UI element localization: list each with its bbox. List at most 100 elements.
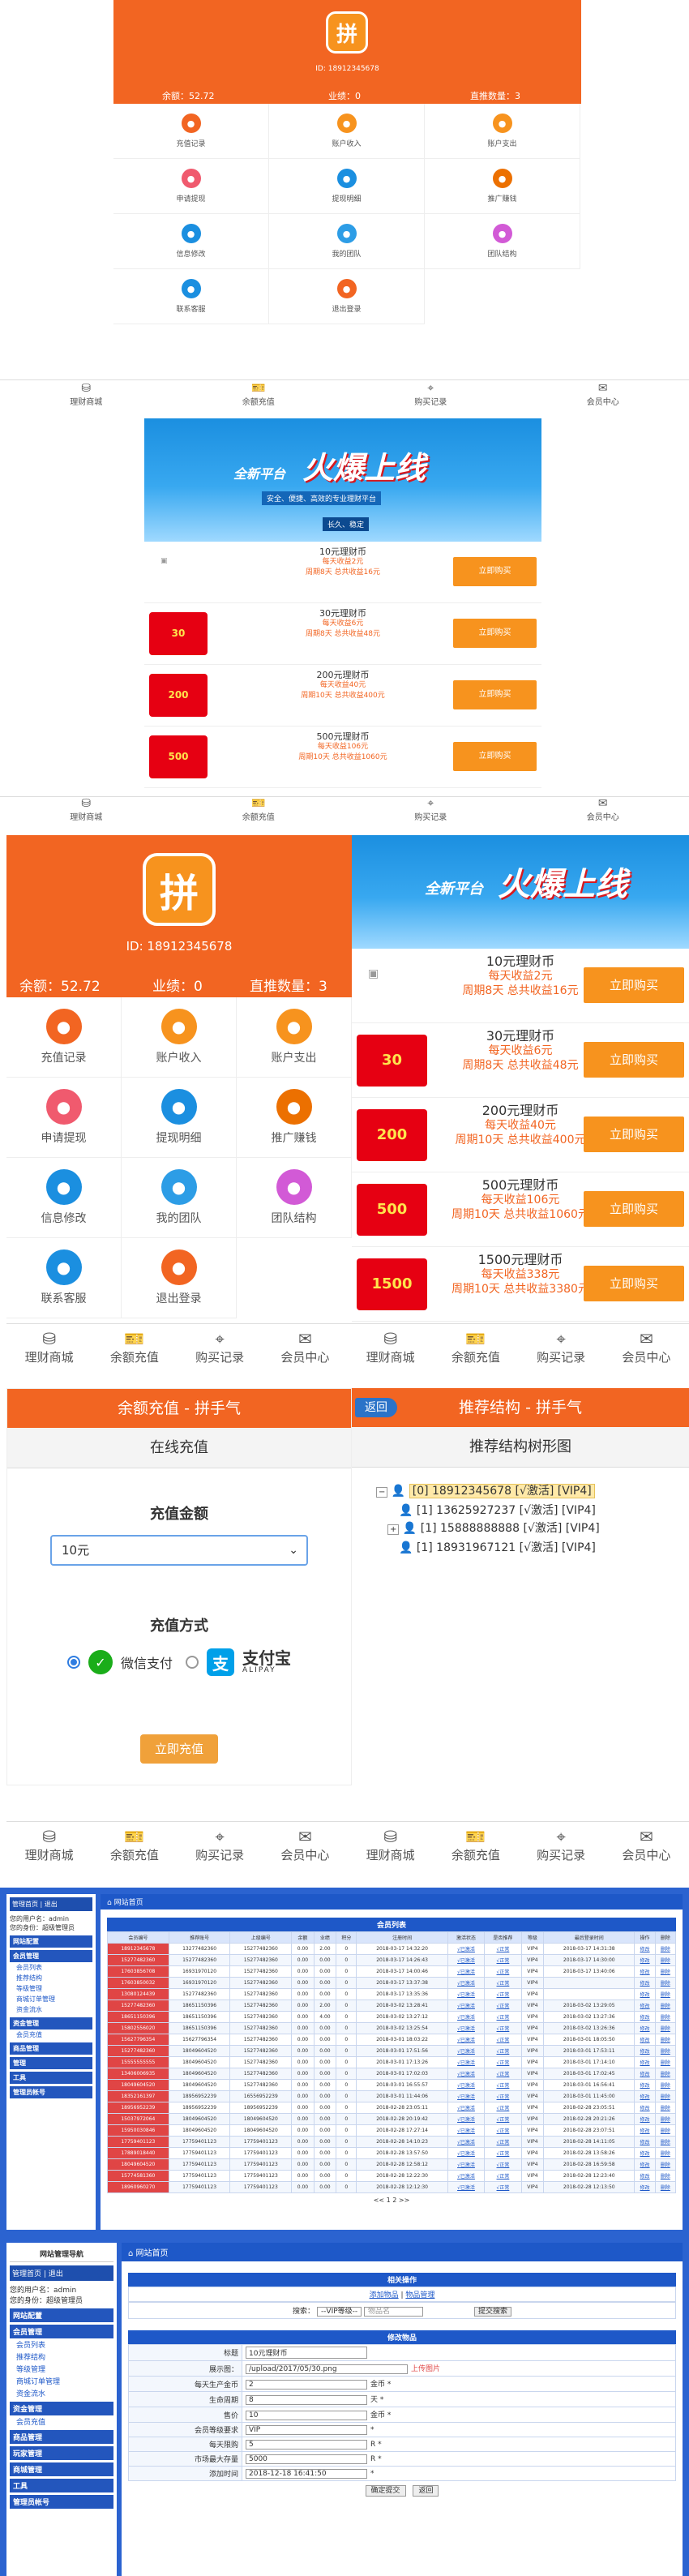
sidebar-item[interactable]: 推荐结构 [10,2351,113,2363]
sidebar-item[interactable]: 等级管理 [10,1983,92,1994]
table-cell[interactable]: √正常 [484,2068,522,2080]
sidebar-item[interactable]: 商城管理 [10,2462,113,2476]
table-cell[interactable]: √正常 [484,2113,522,2125]
table-cell[interactable]: 修改 [634,1977,656,1989]
sidebar-item[interactable]: 推荐结构 [10,1973,92,1983]
table-cell[interactable]: 15037972064 [107,2113,169,2125]
table-cell[interactable]: 删除 [654,2124,677,2137]
buy-button[interactable]: 立即购买 [584,1042,684,1078]
table-cell[interactable]: 修改 [634,2158,656,2171]
table-cell[interactable]: 删除 [654,2181,677,2193]
sidebar-item[interactable]: 等级管理 [10,2363,113,2375]
tree-node[interactable]: 👤 [1] 13625927237 [√激活] [VIP4] [376,1502,689,1519]
table-cell[interactable]: 删除 [654,2147,677,2159]
table-cell[interactable]: 删除 [654,2022,677,2034]
tree-node[interactable]: + 👤 [1] 15888888888 [√激活] [VIP4] [376,1519,689,1539]
table-cell[interactable]: √已激活 [447,2090,486,2102]
nav-member[interactable]: ✉ 会员中心 [517,797,689,832]
table-cell[interactable]: √正常 [484,2000,522,2012]
table-cell[interactable]: 删除 [654,2068,677,2080]
nav-member[interactable]: ✉ 会员中心 [263,1822,348,1879]
menu-item[interactable]: ● 提现明细 [269,159,425,214]
table-cell[interactable]: √正常 [484,2056,522,2068]
pager[interactable]: << 1 2 >> [101,2197,683,2204]
sidebar-item[interactable]: 管理员帐号 [10,2086,92,2098]
sidebar-item[interactable]: 会员充值 [10,2030,92,2040]
buy-button[interactable]: 立即购买 [584,967,684,1003]
table-cell[interactable]: √正常 [484,2124,522,2137]
amount-select[interactable]: 10元 ⌄ [50,1535,308,1566]
form-input[interactable]: 2018-12-18 16:41:50 [246,2468,367,2479]
table-cell[interactable]: √已激活 [447,2011,486,2023]
alipay-radio[interactable] [186,1656,199,1669]
menu-item[interactable]: ● 账户支出 [425,104,580,159]
table-cell[interactable]: √已激活 [447,1977,486,1989]
menu-item[interactable]: ● 退出登录 [269,269,425,324]
table-cell[interactable]: 删除 [654,2056,677,2068]
menu-item[interactable]: ● 申请提现 [113,159,269,214]
table-cell[interactable]: 删除 [654,2034,677,2046]
table-cell[interactable]: 修改 [634,2113,656,2125]
table-cell[interactable]: 15277482360 [107,1954,169,1966]
table-cell[interactable]: √已激活 [447,1943,486,1955]
table-cell[interactable]: √正常 [484,2034,522,2046]
table-cell[interactable]: √正常 [484,2158,522,2171]
table-cell[interactable]: 17889018440 [107,2147,169,2159]
nav-recharge[interactable]: 🎫 余额充值 [173,380,345,418]
menu-item[interactable]: ● 推广赚钱 [425,159,580,214]
table-cell[interactable]: 13406006935 [107,2068,169,2080]
table-cell[interactable]: 删除 [654,1943,677,1955]
table-cell[interactable]: √正常 [484,1943,522,1955]
table-cell[interactable]: 修改 [634,2136,656,2148]
table-cell[interactable]: 删除 [654,1977,677,1989]
table-cell[interactable]: √已激活 [447,2022,486,2034]
table-cell[interactable]: 修改 [634,2022,656,2034]
back-button[interactable]: 返回 [355,1398,397,1417]
table-cell[interactable]: √正常 [484,1988,522,2000]
sidebar-links[interactable]: 管理首页 | 退出 [10,2265,113,2281]
tree-node-root[interactable]: − 👤 [0] 18912345678 [√激活] [VIP4] [376,1482,689,1502]
table-cell[interactable]: √已激活 [447,2170,486,2182]
table-cell[interactable]: √已激活 [447,1988,486,2000]
nav-orders[interactable]: ⌖ 购买记录 [178,1822,263,1879]
nav-mall[interactable]: ⛁ 理财商城 [6,1324,92,1382]
table-cell[interactable]: √正常 [484,2181,522,2193]
form-input[interactable]: 10元理财币 [246,2347,367,2359]
sidebar-item[interactable]: 工具 [10,2072,92,2084]
nav-recharge[interactable]: 🎫 余额充值 [92,1324,177,1382]
buy-button[interactable]: 立即购买 [584,1191,684,1227]
table-cell[interactable]: √正常 [484,2147,522,2159]
buy-button[interactable]: 立即购买 [584,1266,684,1301]
sidebar-item[interactable]: 玩家管理 [10,2446,113,2460]
table-cell[interactable]: 修改 [634,2056,656,2068]
search-input[interactable]: 物品名 [364,2307,424,2317]
menu-item[interactable]: ● 联系客服 [6,1238,122,1318]
table-cell[interactable]: 删除 [654,2011,677,2023]
table-cell[interactable]: √已激活 [447,2000,486,2012]
form-input[interactable]: /upload/2017/05/30.png [246,2364,408,2374]
table-cell[interactable]: √正常 [484,1965,522,1978]
menu-item[interactable]: ● 我的团队 [269,214,425,269]
table-cell[interactable]: 18912345678 [107,1943,169,1955]
sidebar-item[interactable]: 会员列表 [10,1962,92,1973]
menu-item[interactable]: ● 充值记录 [113,104,269,159]
table-cell[interactable]: 删除 [654,2079,677,2091]
table-cell[interactable]: √正常 [484,2102,522,2114]
sidebar-item[interactable]: 商城订单管理 [10,1994,92,2004]
table-cell[interactable]: √正常 [484,2079,522,2091]
menu-item[interactable]: ● 信息修改 [113,214,269,269]
table-cell[interactable]: 修改 [634,2124,656,2137]
table-cell[interactable]: √正常 [484,2136,522,2148]
table-cell[interactable]: 修改 [634,1965,656,1978]
table-cell[interactable]: √已激活 [447,2136,486,2148]
table-cell[interactable]: √已激活 [447,2124,486,2137]
menu-item[interactable]: ● 信息修改 [6,1158,122,1238]
table-cell[interactable]: 15277482360 [107,2000,169,2012]
nav-orders[interactable]: ⌖ 购买记录 [178,1324,263,1382]
table-cell[interactable]: 修改 [634,1954,656,1966]
table-cell[interactable]: 18049604520 [107,2079,169,2091]
table-cell[interactable]: 15950030846 [107,2124,169,2137]
table-cell[interactable]: √已激活 [447,2147,486,2159]
table-cell[interactable]: 15555555555 [107,2056,169,2068]
table-cell[interactable]: √已激活 [447,2158,486,2171]
